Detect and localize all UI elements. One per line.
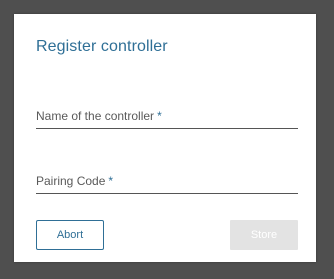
required-marker: * [108, 174, 114, 188]
controller-name-label-text: Name of the controller [36, 109, 155, 123]
pairing-code-field[interactable]: Pairing Code * [36, 169, 298, 194]
dialog-title: Register controller [36, 38, 168, 55]
pairing-code-label: Pairing Code * [36, 174, 113, 188]
abort-button[interactable]: Abort [36, 220, 104, 250]
modal-backdrop: Register controller Name of the controll… [0, 0, 334, 279]
store-button[interactable]: Store [230, 220, 298, 250]
pairing-code-label-text: Pairing Code [36, 174, 106, 188]
controller-name-label: Name of the controller * [36, 109, 162, 123]
required-marker: * [157, 109, 162, 123]
controller-name-field[interactable]: Name of the controller * [36, 104, 298, 129]
register-controller-dialog: Register controller Name of the controll… [14, 14, 316, 262]
